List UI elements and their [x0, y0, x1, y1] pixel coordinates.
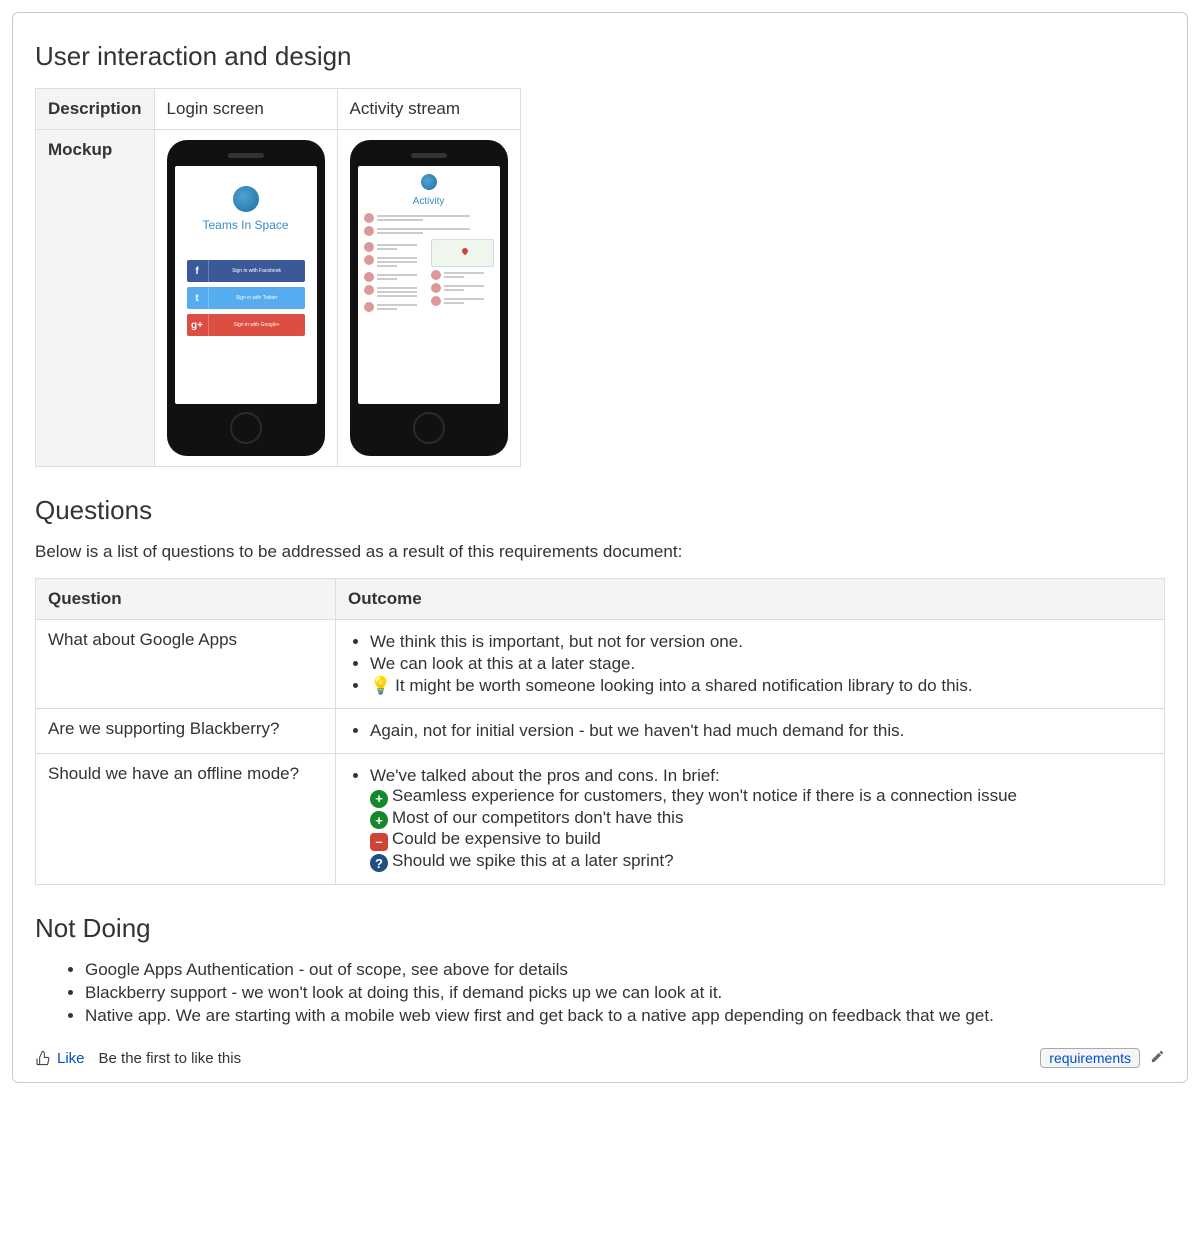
pencil-icon	[1150, 1049, 1165, 1064]
label-tag[interactable]: requirements	[1040, 1048, 1140, 1068]
not-doing-list: Google Apps Authentication - out of scop…	[35, 960, 1165, 1026]
login-google-button: g+Sign in with Google+	[187, 314, 305, 336]
mockup-row-label-description: Description	[36, 89, 155, 130]
phone-home-button-icon	[413, 412, 445, 444]
login-facebook-button: fSign in with Facebook	[187, 260, 305, 282]
like-label: Like	[57, 1050, 85, 1067]
list-item: We think this is important, but not for …	[370, 632, 1152, 652]
list-item: Blackberry support - we won't look at do…	[85, 983, 1165, 1003]
brand-logo-icon	[421, 174, 437, 190]
questions-intro: Below is a list of questions to be addre…	[35, 542, 1165, 562]
login-twitter-button: tSign in with Twitter	[187, 287, 305, 309]
edit-labels-button[interactable]	[1150, 1049, 1165, 1068]
table-row: Are we supporting Blackberry? Again, not…	[36, 709, 1165, 754]
table-row: What about Google Apps We think this is …	[36, 620, 1165, 709]
document-page: User interaction and design Description …	[12, 12, 1188, 1083]
list-item: We can look at this at a later stage.	[370, 654, 1152, 674]
first-to-like-text: Be the first to like this	[99, 1050, 242, 1067]
activity-title: Activity	[364, 196, 494, 207]
like-button[interactable]: Like	[35, 1050, 85, 1067]
mockup-table: Description Login screen Activity stream…	[35, 88, 521, 467]
phone-home-button-icon	[230, 412, 262, 444]
question-icon: ?	[370, 854, 388, 872]
question-cell: Should we have an offline mode?	[36, 754, 336, 885]
mockup-col-login: Login screen	[154, 89, 337, 130]
mockup-login-cell: Teams In Space fSign in with Facebook tS…	[154, 130, 337, 467]
heading-user-interaction-design: User interaction and design	[35, 41, 1165, 72]
plus-icon: +	[370, 811, 388, 829]
mockup-col-activity: Activity stream	[337, 89, 520, 130]
mockup-activity-cell: Activity	[337, 130, 520, 467]
table-row: Should we have an offline mode? We've ta…	[36, 754, 1165, 885]
lightbulb-icon	[370, 676, 395, 695]
phone-mockup-activity: Activity	[350, 140, 508, 456]
question-cell: Are we supporting Blackberry?	[36, 709, 336, 754]
list-item: It might be worth someone looking into a…	[370, 676, 1152, 696]
outcome-cell: Again, not for initial version - but we …	[336, 709, 1165, 754]
map-thumbnail-icon	[431, 239, 494, 267]
list-item: Again, not for initial version - but we …	[370, 721, 1152, 741]
plus-icon: +	[370, 790, 388, 808]
brand-logo-icon	[233, 186, 259, 212]
outcome-cell: We've talked about the pros and cons. In…	[336, 754, 1165, 885]
question-cell: What about Google Apps	[36, 620, 336, 709]
questions-header-question: Question	[36, 579, 336, 620]
outcome-cell: We think this is important, but not for …	[336, 620, 1165, 709]
questions-header-outcome: Outcome	[336, 579, 1165, 620]
thumbs-up-icon	[35, 1050, 51, 1066]
list-item: We've talked about the pros and cons. In…	[370, 766, 1152, 872]
page-footer: Like Be the first to like this requireme…	[35, 1048, 1165, 1068]
list-item: Native app. We are starting with a mobil…	[85, 1006, 1165, 1026]
brand-title: Teams In Space	[181, 218, 311, 232]
heading-not-doing: Not Doing	[35, 913, 1165, 944]
heading-questions: Questions	[35, 495, 1165, 526]
questions-table: Question Outcome What about Google Apps …	[35, 578, 1165, 885]
phone-mockup-login: Teams In Space fSign in with Facebook tS…	[167, 140, 325, 456]
minus-icon: –	[370, 833, 388, 851]
mockup-row-label-mockup: Mockup	[36, 130, 155, 467]
list-item: Google Apps Authentication - out of scop…	[85, 960, 1165, 980]
